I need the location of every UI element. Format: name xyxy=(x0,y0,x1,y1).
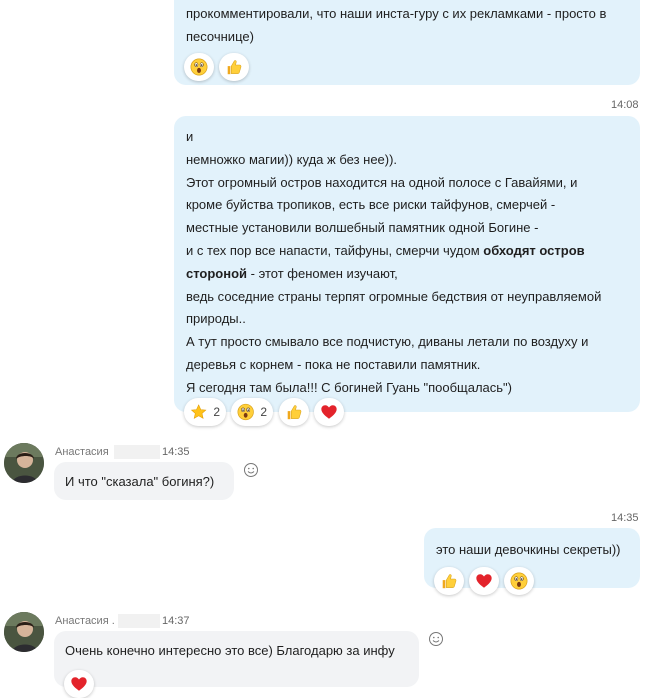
message-timestamp: 14:08 xyxy=(611,99,639,111)
reaction-thumbs-up[interactable] xyxy=(434,567,464,595)
message-text: И что "сказала" богиня?) xyxy=(65,474,215,489)
text-fragment: - этот феномен изучают, xyxy=(247,265,398,281)
sender-name: Анастасия xyxy=(55,446,109,458)
message-text: это наши девочкины секреты)) xyxy=(436,542,621,557)
message-text-line: песочнице) xyxy=(186,28,254,44)
message-text-line: немножко магии)) куда ж без нее)). xyxy=(186,151,398,167)
message-text-line: деревья с корнем - пока не поставили пам… xyxy=(186,356,481,372)
reaction-thumbs-up[interactable] xyxy=(219,53,249,81)
reaction-count: 2 xyxy=(260,405,267,419)
text-fragment: и с тех пор все напасти, тайфуны, смерчи… xyxy=(186,242,484,258)
outgoing-message-bubble: и немножко магии)) куда ж без нее)). Это… xyxy=(174,116,640,412)
thumbs-up-icon xyxy=(440,571,458,591)
message-text-line: природы.. xyxy=(186,311,246,327)
message-text-line: и с тех пор все напасти, тайфуны, смерчи… xyxy=(186,240,636,263)
heart-icon xyxy=(475,571,493,591)
reaction-heart[interactable] xyxy=(64,670,94,698)
message-text-line: Я сегодня там была!!! С богиней Гуань "п… xyxy=(186,379,512,395)
reaction-star[interactable]: 2 xyxy=(184,398,226,426)
message-text-line: местные установили волшебный памятник од… xyxy=(186,220,539,236)
surprised-face-icon xyxy=(190,57,208,77)
reaction-heart[interactable] xyxy=(469,567,499,595)
sender-name: Анастасия . xyxy=(55,615,115,627)
reaction-heart[interactable] xyxy=(314,398,344,426)
message-text-line: кроме буйства тропиков, есть все риски т… xyxy=(186,197,556,213)
heart-icon xyxy=(70,674,88,694)
reaction-surprised[interactable]: 2 xyxy=(231,398,273,426)
bold-text-fragment: стороной xyxy=(186,265,248,281)
reaction-thumbs-up[interactable] xyxy=(279,398,309,426)
message-text-line: Этот огромный остров находится на одной … xyxy=(186,174,578,190)
message-text-line: А тут просто смывало все подчистую, дива… xyxy=(186,334,589,350)
incoming-message-bubble: Очень конечно интересно это все) Благода… xyxy=(54,631,419,687)
incoming-message-bubble: И что "сказала" богиня?) xyxy=(54,462,234,500)
reaction-surprised[interactable] xyxy=(184,53,214,81)
surprised-face-icon xyxy=(237,402,254,422)
message-timestamp: 14:35 xyxy=(611,512,639,524)
avatar[interactable] xyxy=(4,612,44,652)
bold-text-fragment: обходят остров xyxy=(483,242,585,258)
reaction-count: 2 xyxy=(213,405,220,419)
message-text: Очень конечно интересно это все) Благода… xyxy=(65,643,395,658)
thumbs-up-icon xyxy=(225,57,243,77)
avatar-photo-icon xyxy=(4,443,44,483)
message-timestamp: 14:37 xyxy=(162,615,190,627)
message-text-line: стороной - этот феномен изучают, xyxy=(186,263,636,286)
message-text-line: ведь соседние страны терпят огромные бед… xyxy=(186,288,602,304)
add-reaction-icon[interactable] xyxy=(428,631,444,647)
heart-icon xyxy=(320,402,338,422)
surprised-face-icon xyxy=(510,571,528,591)
redacted-surname xyxy=(114,445,160,459)
message-text-line: и xyxy=(186,129,194,144)
redacted-surname xyxy=(118,614,160,628)
message-text-line: прокомментировали, что наши инста-гуру с… xyxy=(186,6,607,21)
message-timestamp: 14:35 xyxy=(162,446,190,458)
add-reaction-icon[interactable] xyxy=(243,462,259,478)
thumbs-up-icon xyxy=(285,402,303,422)
star-icon xyxy=(190,402,207,422)
avatar[interactable] xyxy=(4,443,44,483)
reaction-surprised[interactable] xyxy=(504,567,534,595)
avatar-photo-icon xyxy=(4,612,44,652)
